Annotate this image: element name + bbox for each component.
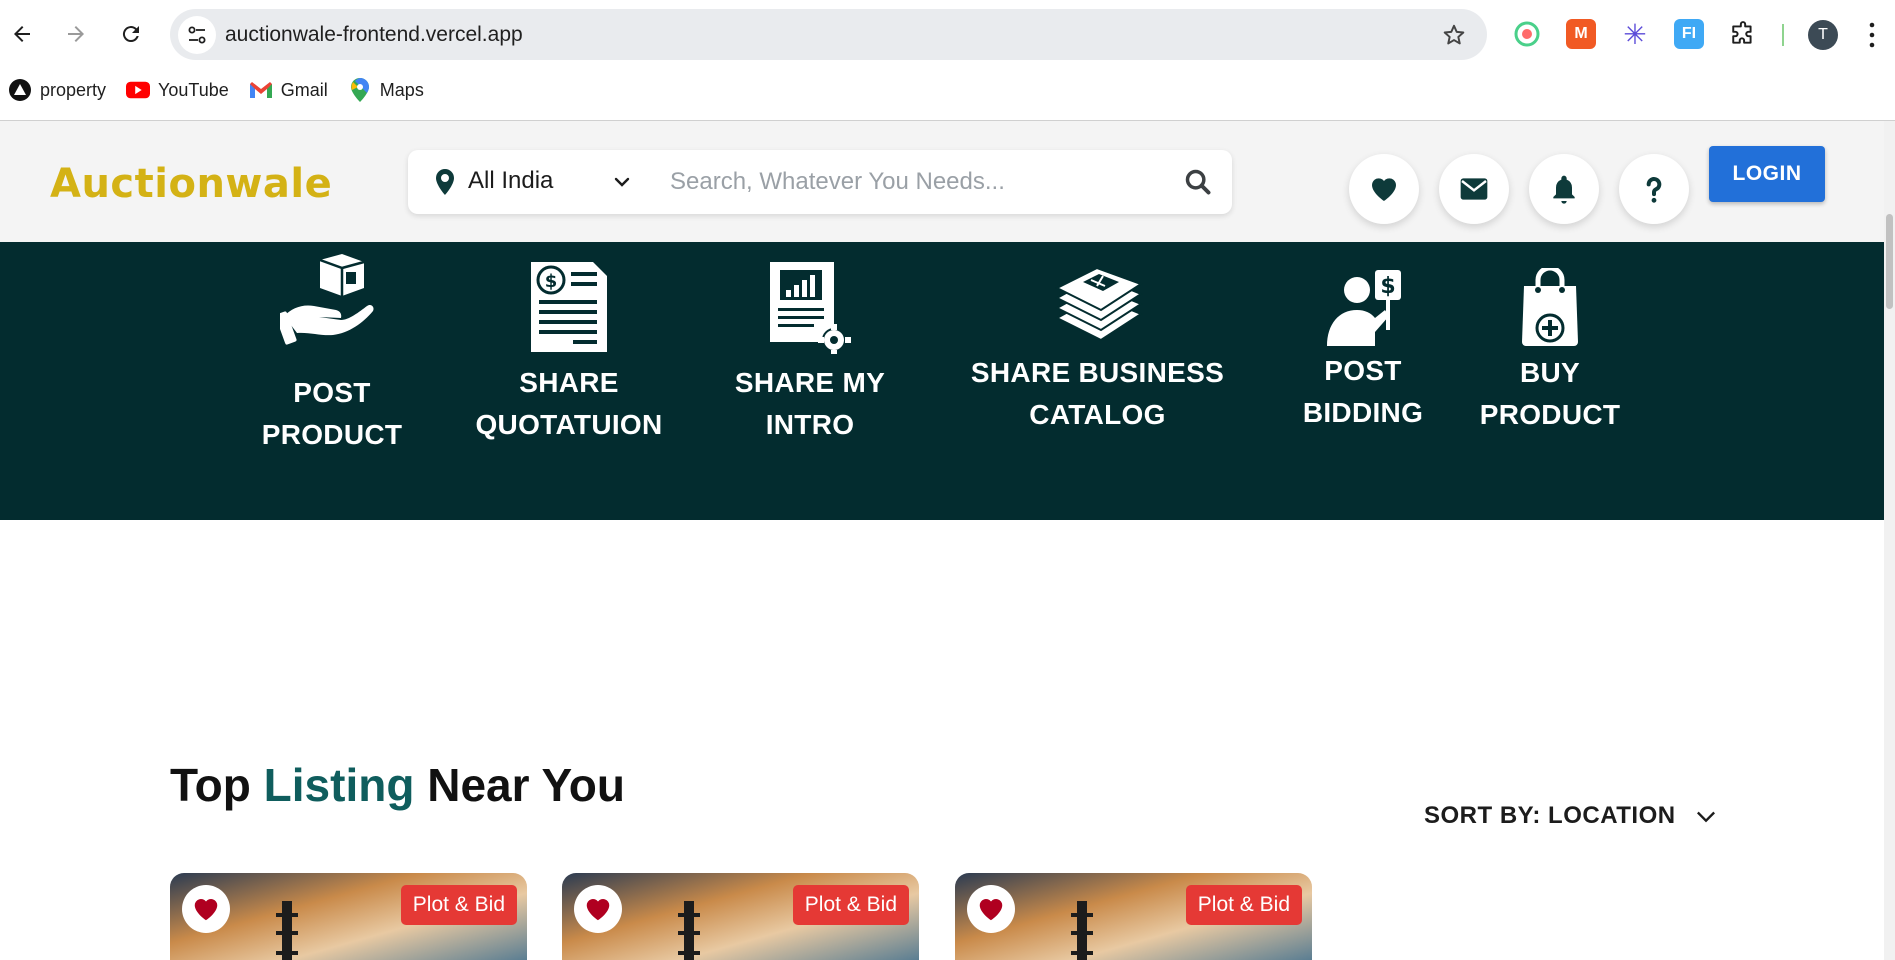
action-label-line1: SHARE — [519, 367, 619, 398]
puzzle-icon[interactable] — [1728, 19, 1758, 49]
login-button[interactable]: LOGIN — [1709, 146, 1825, 202]
action-label-line2: QUOTATUION — [475, 409, 663, 440]
invoice-icon: $ — [531, 262, 607, 352]
share-intro-action[interactable]: SHARE MY INTRO — [730, 260, 890, 446]
help-button[interactable] — [1619, 154, 1689, 224]
action-label-line2: INTRO — [765, 409, 855, 440]
post-bidding-action[interactable]: $ POST BIDDING — [1298, 268, 1428, 434]
profile-avatar[interactable]: T — [1808, 20, 1838, 50]
catalog-stack-icon — [1054, 268, 1143, 342]
status-badge: Plot & Bid — [400, 885, 517, 925]
svg-text:$: $ — [545, 271, 558, 292]
section-title: Top Listing Near You — [170, 758, 625, 812]
back-button[interactable] — [4, 16, 40, 52]
help-icon — [1646, 177, 1662, 203]
title-accent: Listing — [263, 759, 415, 811]
circle-ext-icon[interactable] — [1512, 19, 1542, 49]
svg-text:$: $ — [1380, 274, 1395, 299]
location-pin-icon — [436, 169, 454, 195]
status-badge: Plot & Bid — [1185, 885, 1302, 925]
site-header: Auctionwale All India LOGIN — [0, 121, 1884, 242]
back-arrow-icon — [14, 26, 30, 42]
report-gear-icon — [770, 262, 851, 354]
site-info-button[interactable] — [178, 16, 216, 54]
toolbar-divider — [1782, 24, 1784, 46]
wishlist-button[interactable] — [1349, 154, 1419, 224]
search-bar: All India — [408, 150, 1232, 214]
search-icon[interactable] — [1184, 168, 1212, 196]
heart-icon — [586, 899, 610, 921]
bookmark-maps[interactable]: Maps — [348, 78, 424, 102]
title-part2: Near You — [414, 759, 625, 811]
url-text[interactable]: auctionwale-frontend.vercel.app — [225, 23, 523, 47]
location-select[interactable]: All India — [468, 167, 553, 195]
reload-button[interactable] — [113, 16, 149, 52]
action-label-line1: BUY — [1519, 357, 1580, 388]
hand-box-icon — [280, 254, 374, 345]
action-label-line1: SHARE MY — [734, 367, 886, 398]
heart-icon — [979, 899, 1003, 921]
bookmarks-bar: property YouTube Gmail Maps — [0, 74, 436, 106]
search-input[interactable] — [670, 163, 1170, 201]
notifications-button[interactable] — [1529, 154, 1599, 224]
listing-card[interactable]: Plot & Bid — [955, 873, 1312, 960]
forward-arrow-icon — [68, 26, 84, 42]
tune-icon — [188, 26, 206, 44]
post-product-action[interactable]: POST PRODUCT — [262, 254, 402, 456]
bookmark-label: Gmail — [280, 79, 328, 100]
action-band: POST PRODUCT $ SHARE QUOTATUION SHARE MY… — [0, 242, 1884, 520]
site-logo[interactable]: Auctionwale — [50, 161, 332, 207]
bookmark-gmail[interactable]: Gmail — [249, 78, 328, 102]
shopping-bag-icon — [1522, 268, 1578, 346]
buy-product-action[interactable]: BUY PRODUCT — [1474, 268, 1626, 436]
youtube-icon — [126, 78, 151, 102]
bookmark-label: property — [40, 79, 107, 100]
action-label-line1: SHARE BUSINESS — [970, 357, 1225, 388]
browser-chrome: auctionwale-frontend.vercel.app M ✳ FI T… — [0, 0, 1895, 121]
gmail-icon — [249, 78, 273, 102]
listing-card[interactable]: Plot & Bid — [170, 873, 527, 960]
favorite-button[interactable] — [182, 885, 230, 933]
bookmark-star-icon[interactable] — [1441, 22, 1467, 48]
m-ext-icon[interactable]: M — [1566, 19, 1596, 49]
address-bar[interactable]: auctionwale-frontend.vercel.app — [170, 9, 1487, 60]
bell-icon — [1553, 175, 1575, 204]
title-part1: Top — [170, 759, 264, 811]
chevron-down-icon[interactable] — [610, 170, 634, 194]
maps-icon — [348, 78, 372, 102]
sort-dropdown[interactable]: SORT BY: LOCATION — [1424, 802, 1720, 830]
status-badge: Plot & Bid — [792, 885, 909, 925]
fi-ext-icon[interactable]: FI — [1674, 19, 1704, 49]
asterisk-ext-icon[interactable]: ✳ — [1620, 19, 1650, 50]
scrollbar-thumb[interactable] — [1886, 214, 1893, 309]
mail-icon — [1460, 178, 1488, 200]
listing-card[interactable]: Plot & Bid — [562, 873, 919, 960]
bookmark-youtube[interactable]: YouTube — [126, 78, 229, 102]
bidder-icon: $ — [1327, 270, 1401, 346]
heart-icon — [1372, 178, 1396, 201]
action-label-line2: PRODUCT — [1479, 399, 1621, 430]
bookmark-label: Maps — [379, 79, 424, 100]
action-label-line2: BIDDING — [1302, 397, 1424, 428]
chevron-down-icon — [1696, 811, 1715, 823]
favorite-button[interactable] — [574, 885, 622, 933]
sort-label: SORT BY: LOCATION — [1424, 802, 1676, 829]
triangle-icon — [8, 78, 32, 102]
share-catalog-action[interactable]: SHARE BUSINESS CATALOG — [965, 268, 1230, 436]
favorite-button[interactable] — [967, 885, 1015, 933]
action-label-line2: PRODUCT — [261, 419, 403, 450]
browser-menu-icon[interactable] — [1868, 21, 1876, 49]
action-label-line1: POST — [1324, 355, 1402, 386]
share-quotation-action[interactable]: $ SHARE QUOTATUION — [474, 260, 664, 446]
messages-button[interactable] — [1439, 154, 1509, 224]
action-label-line2: CATALOG — [1029, 399, 1166, 430]
bookmark-label: YouTube — [158, 79, 229, 100]
action-label-line1: POST — [293, 377, 371, 408]
bookmark-property[interactable]: property — [8, 78, 106, 102]
heart-icon — [194, 899, 218, 921]
reload-icon — [122, 26, 139, 43]
forward-button[interactable] — [58, 16, 94, 52]
